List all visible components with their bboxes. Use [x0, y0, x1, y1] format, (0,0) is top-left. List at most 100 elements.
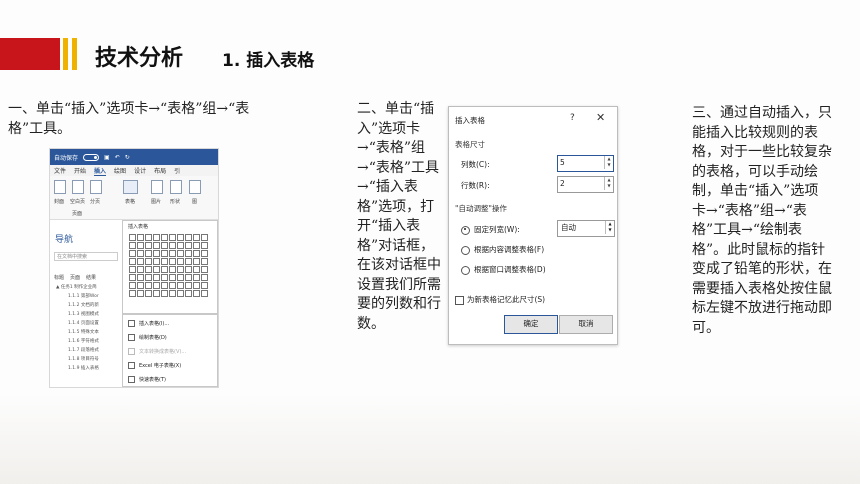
grid-cell[interactable] — [192, 257, 200, 265]
grid-cell[interactable] — [184, 249, 192, 257]
grid-cell[interactable] — [136, 273, 144, 281]
grid-cell[interactable] — [128, 241, 136, 249]
grid-cell[interactable] — [160, 289, 168, 297]
icons-icon[interactable] — [189, 180, 201, 194]
grid-cell[interactable] — [160, 257, 168, 265]
grid-cell[interactable] — [144, 265, 152, 273]
tab-references[interactable]: 引 — [174, 166, 180, 175]
grid-cell[interactable] — [152, 241, 160, 249]
grid-cell[interactable] — [144, 289, 152, 297]
grid-cell[interactable] — [128, 265, 136, 273]
undo-icon[interactable]: ↶ — [115, 154, 120, 161]
nav-item[interactable]: 1.1.7 段落格式 — [68, 347, 99, 353]
grid-cell[interactable] — [160, 281, 168, 289]
nav-item[interactable]: 1.1.5 特殊文本 — [68, 329, 99, 335]
grid-cell[interactable] — [192, 273, 200, 281]
grid-cell[interactable] — [128, 273, 136, 281]
grid-cell[interactable] — [152, 281, 160, 289]
grid-cell[interactable] — [160, 265, 168, 273]
grid-cell[interactable] — [168, 265, 176, 273]
grid-cell[interactable] — [136, 249, 144, 257]
grid-cell[interactable] — [192, 241, 200, 249]
stepper-arrows-icon[interactable]: ▲ ▼ — [604, 177, 613, 190]
radio-fixed-width[interactable]: 固定列宽(W): — [461, 224, 520, 235]
grid-cell[interactable] — [128, 289, 136, 297]
grid-cell[interactable] — [200, 289, 208, 297]
grid-cell[interactable] — [152, 233, 160, 241]
grid-cell[interactable] — [184, 241, 192, 249]
grid-cell[interactable] — [160, 249, 168, 257]
nav-item[interactable]: 1.1.3 视图模式 — [68, 311, 99, 317]
picture-icon[interactable] — [151, 180, 163, 194]
grid-cell[interactable] — [144, 257, 152, 265]
grid-cell[interactable] — [168, 257, 176, 265]
grid-cell[interactable] — [192, 265, 200, 273]
grid-cell[interactable] — [184, 265, 192, 273]
close-icon[interactable]: ✕ — [596, 111, 605, 124]
grid-cell[interactable] — [128, 257, 136, 265]
grid-cell[interactable] — [128, 233, 136, 241]
nav-search-input[interactable]: 在文档中搜索 — [54, 252, 118, 261]
grid-cell[interactable] — [176, 281, 184, 289]
grid-cell[interactable] — [192, 281, 200, 289]
tab-home[interactable]: 开始 — [74, 166, 86, 175]
grid-cell[interactable] — [152, 249, 160, 257]
tab-draw[interactable]: 绘图 — [114, 166, 126, 175]
grid-cell[interactable] — [168, 241, 176, 249]
grid-cell[interactable] — [168, 233, 176, 241]
grid-cell[interactable] — [136, 233, 144, 241]
grid-cell[interactable] — [136, 241, 144, 249]
grid-cell[interactable] — [176, 233, 184, 241]
tab-layout[interactable]: 布局 — [154, 166, 166, 175]
grid-cell[interactable] — [152, 257, 160, 265]
grid-cell[interactable] — [200, 265, 208, 273]
grid-cell[interactable] — [160, 241, 168, 249]
nav-item[interactable]: 1.1.4 页面设置 — [68, 320, 99, 326]
menu-insert-table[interactable]: 插入表格(I)... — [128, 320, 169, 327]
menu-text-to-table[interactable]: 文本转换成表格(V)... — [128, 348, 186, 355]
cover-page-icon[interactable] — [54, 180, 66, 194]
grid-cell[interactable] — [160, 273, 168, 281]
grid-cell[interactable] — [128, 281, 136, 289]
grid-cell[interactable] — [168, 273, 176, 281]
grid-cell[interactable] — [144, 233, 152, 241]
nav-item[interactable]: 1.1.1 第部Wor — [68, 293, 99, 299]
grid-cell[interactable] — [160, 233, 168, 241]
grid-cell[interactable] — [136, 265, 144, 273]
radio-autofit-content[interactable]: 根据内容调整表格(F) — [461, 244, 544, 255]
nav-item[interactable]: 1.1.9 插入表格 — [68, 365, 99, 371]
radio-autofit-window[interactable]: 根据窗口调整表格(D) — [461, 264, 546, 275]
nav-tab-pages[interactable]: 页面 — [70, 274, 80, 281]
grid-cell[interactable] — [176, 249, 184, 257]
blank-page-icon[interactable] — [72, 180, 84, 194]
grid-cell[interactable] — [200, 273, 208, 281]
grid-cell[interactable] — [184, 273, 192, 281]
stepper-arrows-icon[interactable]: ▲ ▼ — [604, 156, 613, 169]
grid-cell[interactable] — [200, 257, 208, 265]
grid-cell[interactable] — [152, 289, 160, 297]
ok-button[interactable]: 确定 — [504, 315, 558, 334]
table-icon[interactable] — [123, 180, 138, 194]
grid-cell[interactable] — [200, 233, 208, 241]
grid-cell[interactable] — [176, 273, 184, 281]
nav-item[interactable]: 1.1.8 项目符号 — [68, 356, 99, 362]
nav-item[interactable]: 1.1.6 字符格式 — [68, 338, 99, 344]
grid-cell[interactable] — [192, 289, 200, 297]
grid-cell[interactable] — [200, 241, 208, 249]
grid-cell[interactable] — [184, 233, 192, 241]
grid-cell[interactable] — [168, 249, 176, 257]
grid-cell[interactable] — [168, 281, 176, 289]
remember-size-checkbox[interactable]: 为新表格记忆此尺寸(S) — [455, 294, 545, 305]
autosave-toggle[interactable] — [83, 153, 100, 161]
menu-draw-table[interactable]: 绘制表格(D) — [128, 334, 167, 341]
grid-cell[interactable] — [136, 257, 144, 265]
grid-cell[interactable] — [144, 241, 152, 249]
save-icon[interactable]: ▣ — [104, 154, 110, 161]
grid-cell[interactable] — [152, 273, 160, 281]
grid-cell[interactable] — [168, 289, 176, 297]
grid-cell[interactable] — [200, 281, 208, 289]
grid-cell[interactable] — [176, 241, 184, 249]
table-size-grid[interactable] — [128, 233, 208, 297]
grid-cell[interactable] — [192, 233, 200, 241]
grid-cell[interactable] — [200, 249, 208, 257]
